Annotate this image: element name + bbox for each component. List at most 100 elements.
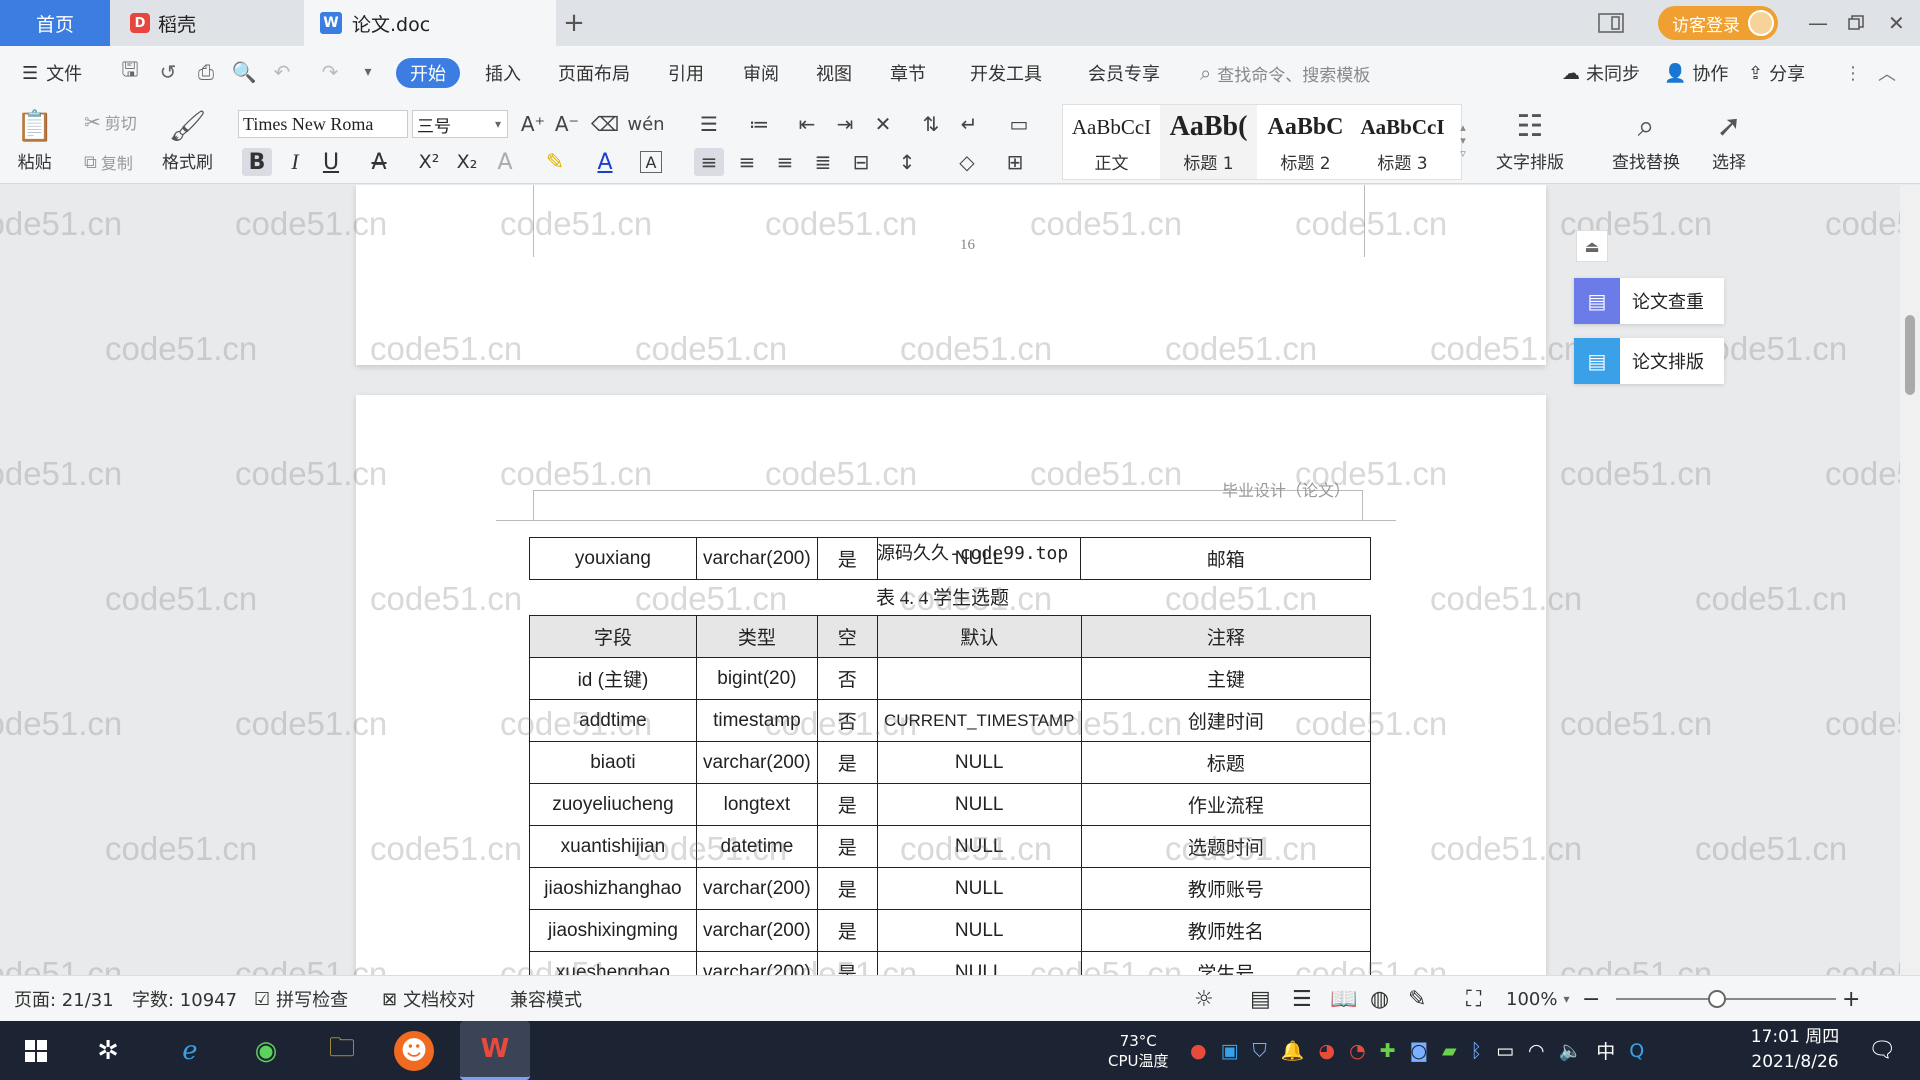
redo-icon[interactable]: ↷	[318, 60, 342, 84]
chevron-down-icon[interactable]: ▾	[356, 60, 380, 84]
line-spacing-icon[interactable]: ↕	[892, 148, 922, 176]
strikethrough-button[interactable]: A	[364, 148, 394, 176]
table-cell[interactable]: 是	[816, 783, 878, 826]
column-header[interactable]: 类型	[695, 615, 818, 658]
student-topic-table[interactable]: 字段 类型 空 默认 注释 id (主键) bigint(20) 否 主键 ad…	[529, 615, 1372, 975]
highlight-icon[interactable]: ✎	[540, 148, 570, 176]
page-indicator[interactable]: 页面: 21/31	[14, 976, 114, 1022]
chevron-up-icon[interactable]: ︿	[1878, 58, 1896, 88]
table-cell[interactable]: datetime	[695, 825, 818, 868]
command-search[interactable]: ⌕ 查找命令、搜索模板	[1200, 58, 1370, 88]
style-scroll-icon[interactable]: ▴ ▾ ▿	[1456, 110, 1470, 170]
table-cell[interactable]: 是	[816, 537, 878, 580]
zoom-slider-knob[interactable]	[1708, 990, 1726, 1008]
system-clock[interactable]: 17:01 周四 2021/8/26	[1740, 1025, 1850, 1075]
bluetooth-icon[interactable]: ᛒ	[1471, 1040, 1482, 1062]
table-cell[interactable]: jiaoshixingming	[529, 909, 697, 952]
table-cell[interactable]: NULL	[876, 825, 1082, 868]
vertical-scrollbar[interactable]	[1900, 185, 1920, 975]
paper-check-button[interactable]: ▤ 论文查重	[1574, 278, 1724, 324]
table-cell[interactable]: bigint(20)	[695, 657, 818, 700]
style-heading-1[interactable]: AaBb( 标题 1	[1160, 105, 1257, 179]
column-header[interactable]: 注释	[1080, 615, 1372, 658]
wifi-icon[interactable]: ◠	[1528, 1040, 1545, 1062]
ruler-icon[interactable]: ▭	[1004, 110, 1034, 138]
font-color-button[interactable]: A	[590, 148, 620, 176]
table-cell[interactable]: CURRENT_TIMESTAMP	[876, 699, 1082, 742]
table-cell[interactable]: 是	[816, 825, 878, 868]
table-cell[interactable]: NULL	[876, 741, 1082, 784]
tray-app-icon[interactable]: ◙	[1410, 1040, 1428, 1062]
cpu-temp-widget[interactable]: 73°C CPU温度	[1108, 1021, 1169, 1080]
menu-reference[interactable]: 引用	[668, 58, 704, 88]
table-cell[interactable]: addtime	[529, 699, 697, 742]
sync-button[interactable]: ☁ 未同步	[1562, 58, 1640, 88]
table-cell[interactable]: biaoti	[529, 741, 697, 784]
panel-collapse-button[interactable]: ⏏	[1576, 230, 1608, 262]
history-icon[interactable]: ↺	[156, 60, 180, 84]
table-cell[interactable]: 学生号	[1080, 951, 1372, 975]
print-icon[interactable]: ⎙	[194, 60, 218, 84]
tab-document[interactable]: W 论文.doc	[304, 0, 556, 46]
shield-icon[interactable]: ⛉	[1253, 1040, 1267, 1062]
menu-insert[interactable]: 插入	[485, 58, 521, 88]
table-cell[interactable]: 选题时间	[1080, 825, 1372, 868]
table-cell[interactable]: 是	[816, 867, 878, 910]
align-right-icon[interactable]: ≡	[770, 148, 800, 176]
eye-protect-icon[interactable]: ☼	[1194, 976, 1214, 1022]
browser-360-icon[interactable]: ◉	[244, 1029, 288, 1073]
table-cell[interactable]: NULL	[876, 909, 1082, 952]
column-header[interactable]: 默认	[876, 615, 1082, 658]
column-header[interactable]: 字段	[529, 615, 697, 658]
notification-icon[interactable]: 🗨	[1868, 1021, 1896, 1080]
tray-network-app-icon[interactable]: ▣	[1221, 1040, 1239, 1062]
decrease-indent-icon[interactable]: ⇤	[792, 110, 822, 138]
cut-button[interactable]: ✂ 剪切	[84, 110, 137, 134]
volume-icon[interactable]: 🔈	[1559, 1039, 1583, 1062]
table-cell[interactable]: varchar(200)	[695, 909, 818, 952]
reading-view-icon[interactable]: 📖	[1330, 976, 1357, 1022]
text-layout-button[interactable]: ☷ 文字排版	[1496, 104, 1564, 174]
battery-icon[interactable]: ▭	[1496, 1040, 1514, 1062]
word-count[interactable]: 字数: 10947	[132, 976, 237, 1022]
scrollbar-thumb[interactable]	[1905, 315, 1915, 395]
table-cell[interactable]: NULL	[876, 783, 1082, 826]
table-cell[interactable]: NULL	[876, 867, 1082, 910]
paste-button[interactable]: 📋 粘贴	[16, 104, 53, 174]
find-replace-button[interactable]: ⌕ 查找替换	[1612, 104, 1680, 174]
table-cell[interactable]: 否	[816, 657, 878, 700]
subscript-button[interactable]: X₂	[452, 148, 482, 176]
table-cell[interactable]	[876, 657, 1082, 700]
guest-login-button[interactable]: 访客登录	[1658, 6, 1778, 40]
table-cell[interactable]: longtext	[695, 783, 818, 826]
italic-button[interactable]: I	[280, 148, 310, 176]
font-size-select[interactable]: 三号 ▾	[412, 110, 508, 138]
column-header[interactable]: 空	[816, 615, 878, 658]
layout-toggle-icon[interactable]	[1598, 0, 1624, 46]
superscript-button[interactable]: X²	[414, 148, 444, 176]
save-icon[interactable]: 🖫	[118, 57, 142, 84]
document-page-previous[interactable]	[356, 185, 1546, 365]
tray-app-icon[interactable]: ●	[1190, 1040, 1207, 1062]
menu-dev-tools[interactable]: 开发工具	[970, 58, 1042, 88]
windows-start-icon[interactable]	[14, 1029, 58, 1073]
table-cell[interactable]: 教师账号	[1080, 867, 1372, 910]
file-menu[interactable]: ☰ 文件	[22, 58, 82, 88]
menu-start[interactable]: 开始	[396, 58, 460, 88]
table-cell[interactable]: 创建时间	[1080, 699, 1372, 742]
menu-member[interactable]: 会员专享	[1088, 58, 1160, 88]
table-cell[interactable]: 是	[816, 741, 878, 784]
table-cell[interactable]: 教师姓名	[1080, 909, 1372, 952]
table-cell[interactable]: jiaoshizhanghao	[529, 867, 697, 910]
table-cell[interactable]: NULL	[876, 951, 1082, 975]
collab-button[interactable]: 👤 协作	[1664, 58, 1728, 88]
restore-button[interactable]	[1848, 0, 1864, 46]
copy-button[interactable]: ⧉ 复制	[84, 150, 133, 174]
table-cell[interactable]: varchar(200)	[695, 951, 818, 975]
table-cell[interactable]: youxiang	[529, 537, 697, 580]
share-button[interactable]: ⇪ 分享	[1748, 58, 1805, 88]
table-cell[interactable]: varchar(200)	[695, 741, 818, 784]
table-cell[interactable]: 作业流程	[1080, 783, 1372, 826]
zoom-slider-track[interactable]	[1616, 998, 1836, 1000]
border-icon[interactable]: ⊞	[1000, 148, 1030, 176]
